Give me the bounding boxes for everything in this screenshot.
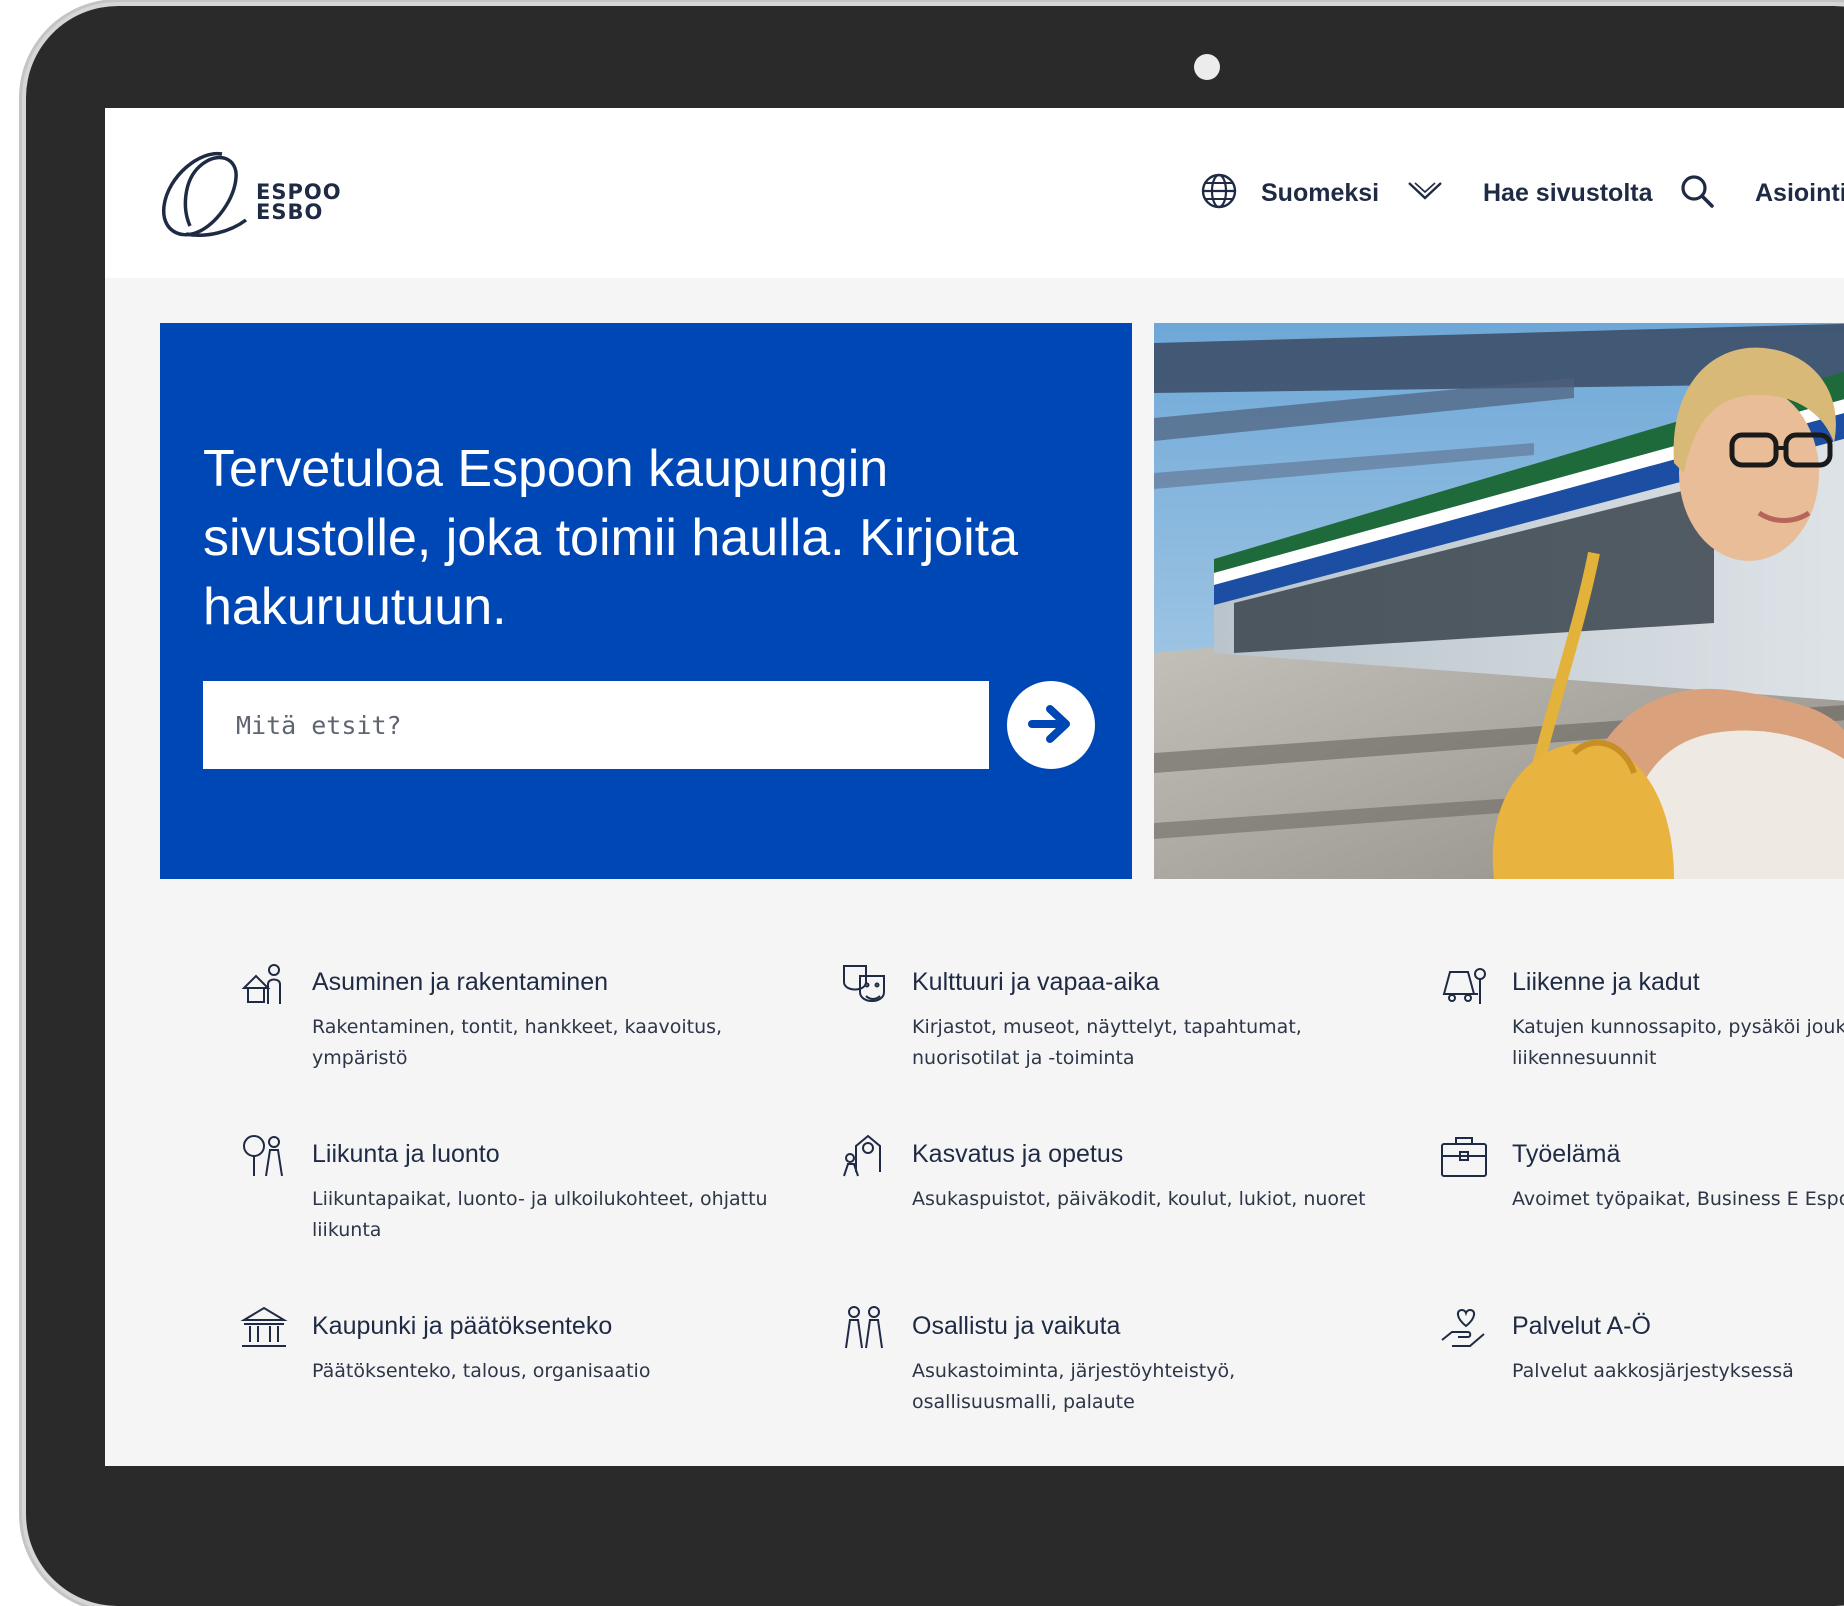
site-header: ESPOO ESBO Suomeksi Hae sivustolta Asioi… (105, 108, 1844, 278)
category-title: Työelämä (1512, 1140, 1621, 1168)
logo-line-espoo: ESPOO (256, 180, 342, 204)
heart-hand-icon (1440, 1304, 1488, 1352)
category-title: Liikenne ja kadut (1512, 968, 1700, 996)
language-selector[interactable]: Suomeksi (1201, 108, 1443, 278)
briefcase-icon (1440, 1132, 1488, 1180)
hero-image (1154, 323, 1844, 879)
category-description: Päätöksenteko, talous, organisaatio (312, 1360, 651, 1382)
chevron-down-icon (1407, 180, 1443, 207)
tree-people-icon (240, 1132, 288, 1180)
services-link[interactable]: Asiointi (1755, 108, 1844, 278)
category-description: Kirjastot, museot, näyttelyt, tapahtumat… (912, 1016, 1302, 1069)
hero-title: Tervetuloa Espoon kaupungin sivustolle, … (203, 440, 1019, 636)
category-description: Asukaspuistot, päiväkodit, koulut, lukio… (912, 1188, 1366, 1210)
category-description: Katujen kunnossapito, pysäköi joukkoliik… (1512, 1016, 1844, 1069)
espoo-logo-mark (162, 151, 248, 237)
category-description: Palvelut aakkosjärjestyksessä (1512, 1360, 1794, 1382)
logo-line-esbo: ESBO (256, 200, 324, 224)
category-description: Rakentaminen, tontit, hankkeet, kaavoitu… (312, 1016, 723, 1069)
category-title: Kasvatus ja opetus (912, 1140, 1124, 1168)
search-icon (1679, 173, 1715, 214)
search-input[interactable] (203, 681, 989, 769)
category-description: Avoimet työpaikat, Business E Espoo (1512, 1188, 1844, 1210)
category-title: Palvelut A-Ö (1512, 1312, 1651, 1340)
search-submit-button[interactable] (1007, 681, 1095, 769)
site-search-link[interactable]: Hae sivustolta (1483, 108, 1715, 278)
espoo-logo[interactable]: ESPOO ESBO (160, 148, 342, 244)
hero-panel: Tervetuloa Espoon kaupungin sivustolle, … (160, 323, 1132, 879)
category-description: Asukastoiminta, järjestöyhteistyö, osall… (912, 1360, 1236, 1413)
city-hall-icon (240, 1304, 288, 1352)
category-title: Liikunta ja luonto (312, 1140, 500, 1168)
camera-dot (1194, 54, 1220, 80)
traffic-icon (1440, 960, 1488, 1008)
school-icon (840, 1132, 888, 1180)
category-title: Osallistu ja vaikuta (912, 1312, 1121, 1340)
category-title: Kaupunki ja päätöksenteko (312, 1312, 613, 1340)
services-label: Asiointi (1755, 178, 1844, 207)
category-title: Asuminen ja rakentaminen (312, 968, 608, 996)
train-station-woman-photo (1154, 323, 1844, 879)
site-search-label: Hae sivustolta (1483, 178, 1653, 207)
house-person-icon (240, 960, 288, 1008)
theater-masks-icon (840, 960, 888, 1008)
language-label: Suomeksi (1261, 178, 1380, 207)
category-title: Kulttuuri ja vapaa-aika (912, 968, 1160, 996)
people-group-icon (840, 1304, 888, 1352)
browser-screen: ESPOO ESBO Suomeksi Hae sivustolta Asioi… (105, 108, 1844, 1466)
category-description: Liikuntapaikat, luonto- ja ulkoilukohtee… (312, 1188, 768, 1241)
globe-icon (1201, 173, 1237, 214)
arrow-right-icon (1028, 704, 1074, 747)
logo-wordmark: ESPOO ESBO (256, 180, 342, 224)
